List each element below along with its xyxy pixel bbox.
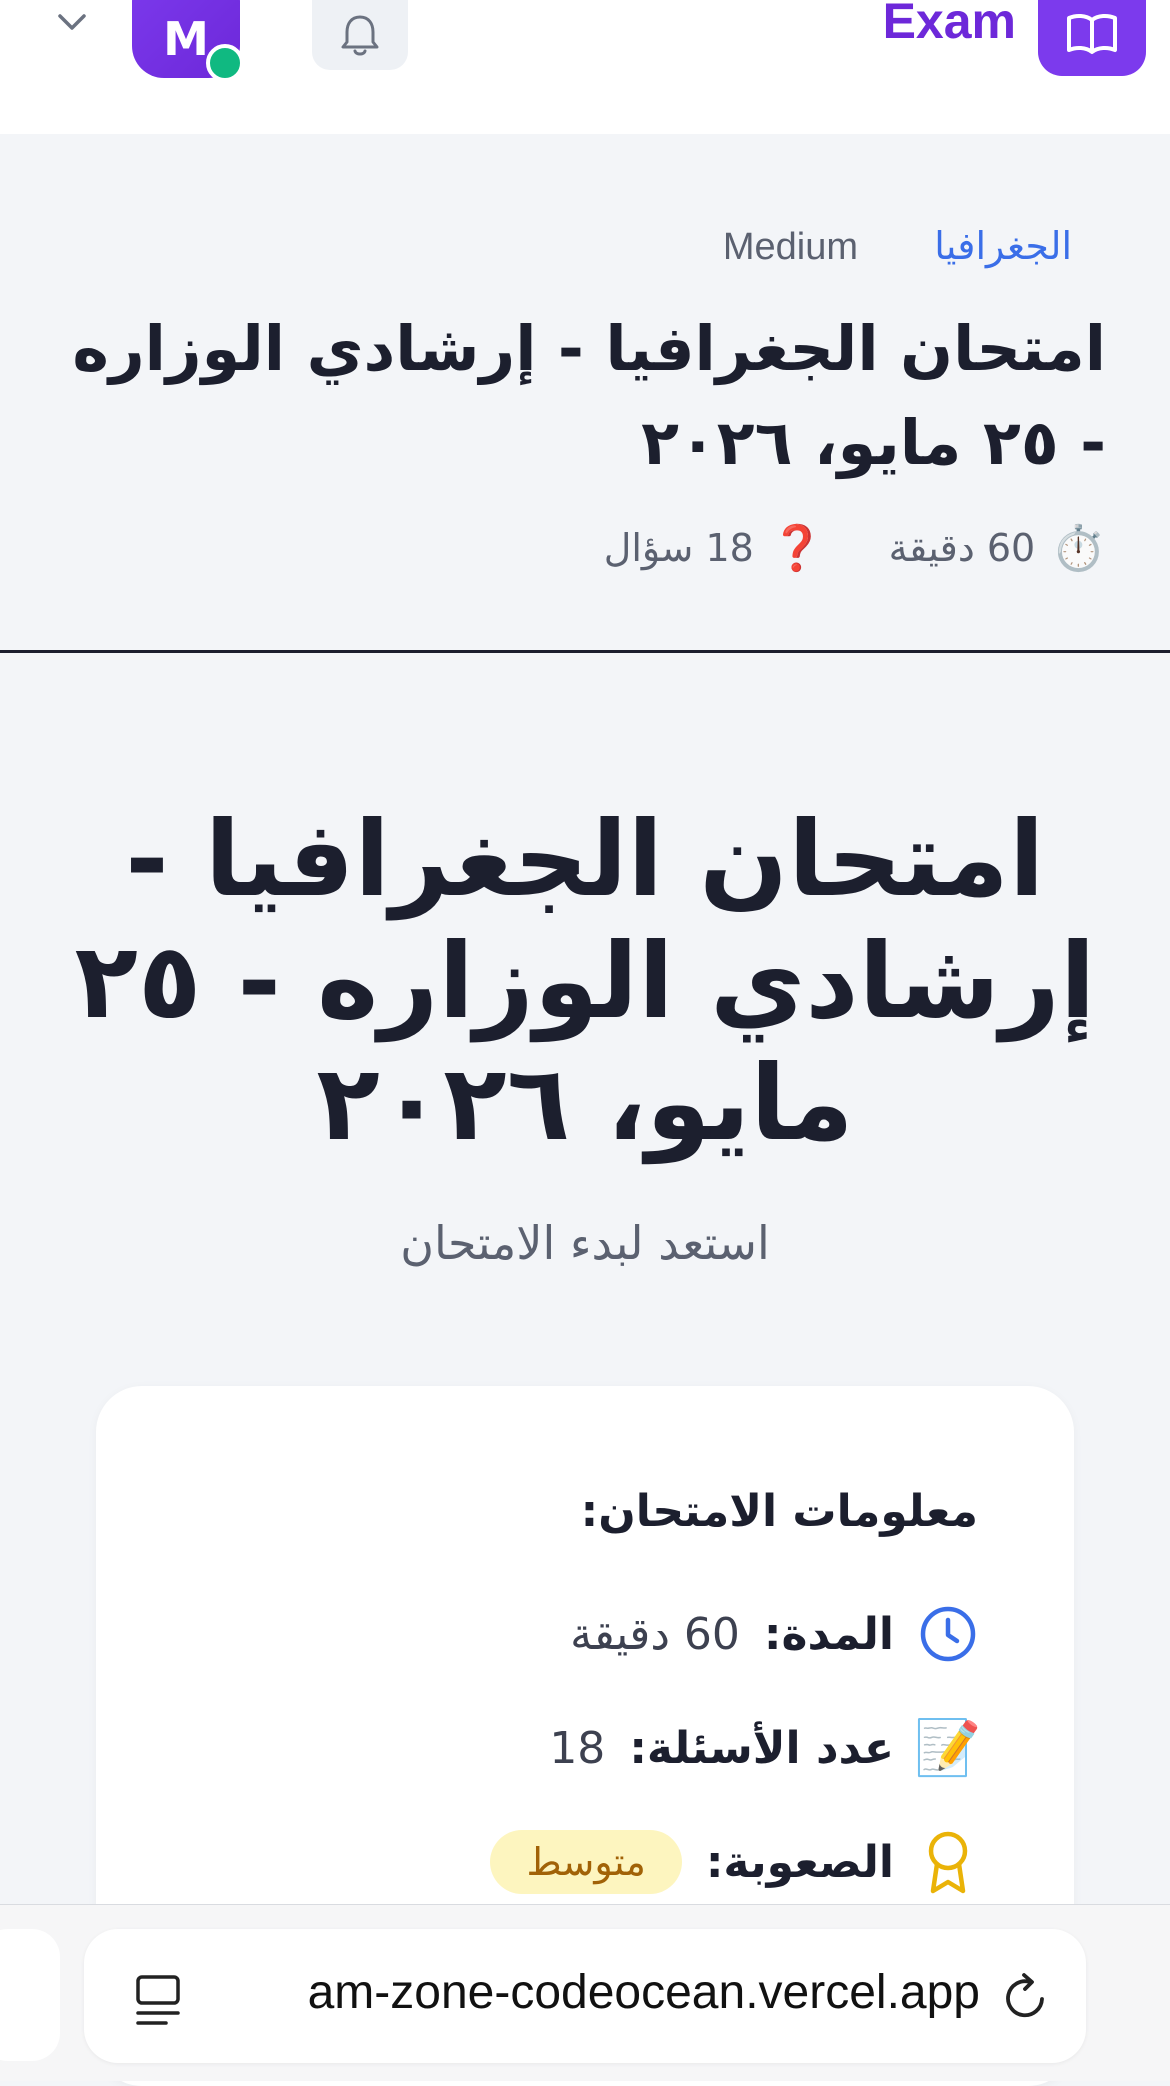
notifications-button[interactable]	[312, 0, 408, 70]
questions-value: 18	[549, 1722, 606, 1774]
brand-logo[interactable]	[1038, 0, 1146, 76]
brand-name[interactable]: Exam	[883, 0, 1016, 50]
duration-text: 60 دقيقة	[888, 526, 1036, 570]
clock-icon	[918, 1604, 978, 1664]
stopwatch-icon: ⏱️	[1051, 523, 1106, 574]
online-status-dot	[206, 44, 244, 82]
questions-meta: ❓ 18 سؤال	[604, 522, 825, 574]
reload-icon[interactable]	[1000, 1971, 1050, 2023]
difficulty-row: الصعوبة: متوسط	[490, 1830, 978, 1894]
exam-header-section: الجغرافيا Medium امتحان الجغرافيا - إرشا…	[0, 134, 1170, 653]
previous-tab-preview[interactable]	[0, 1929, 60, 2061]
hero-title: امتحان الجغرافيا - إرشادي الوزاره - ٢٥ م…	[74, 798, 1096, 1164]
bell-icon	[341, 15, 379, 56]
duration-label: المدة:	[763, 1608, 894, 1660]
chevron-down-icon[interactable]	[52, 6, 92, 40]
subject-link[interactable]: الجغرافيا	[934, 224, 1072, 268]
exam-meta-row: ⏱️ 60 دقيقة ❓ 18 سؤال	[604, 522, 1106, 574]
book-open-icon	[1067, 13, 1117, 54]
address-bar[interactable]: am-zone-codeocean.vercel.app	[84, 1929, 1086, 2063]
difficulty-level-label: Medium	[722, 226, 858, 268]
questions-row: 📝 عدد الأسئلة: 18	[549, 1716, 982, 1779]
duration-meta: ⏱️ 60 دقيقة	[889, 522, 1106, 574]
questions-text: 18 سؤال	[603, 526, 754, 570]
duration-row: المدة: 60 دقيقة	[570, 1604, 978, 1664]
info-card-heading: معلومات الامتحان:	[580, 1486, 978, 1537]
top-app-bar: M Exam	[0, 0, 1170, 134]
duration-value: 60 دقيقة	[570, 1608, 740, 1660]
reader-mode-icon[interactable]	[134, 1973, 182, 2029]
exam-title: امتحان الجغرافيا - إرشادي الوزاره - ٢٥ م…	[72, 312, 1106, 479]
url-text[interactable]: am-zone-codeocean.vercel.app	[240, 1965, 980, 2020]
award-ribbon-icon	[918, 1831, 978, 1894]
memo-icon: 📝	[914, 1716, 982, 1779]
browser-toolbar: am-zone-codeocean.vercel.app	[0, 1904, 1170, 2081]
hero-subtitle: استعد لبدء الامتحان	[400, 1216, 770, 1270]
questions-label: عدد الأسئلة:	[629, 1722, 894, 1774]
difficulty-label: الصعوبة:	[705, 1836, 894, 1888]
difficulty-badge: متوسط	[490, 1830, 682, 1894]
avatar-initial: M	[163, 12, 209, 66]
question-mark-icon: ❓	[769, 523, 825, 574]
